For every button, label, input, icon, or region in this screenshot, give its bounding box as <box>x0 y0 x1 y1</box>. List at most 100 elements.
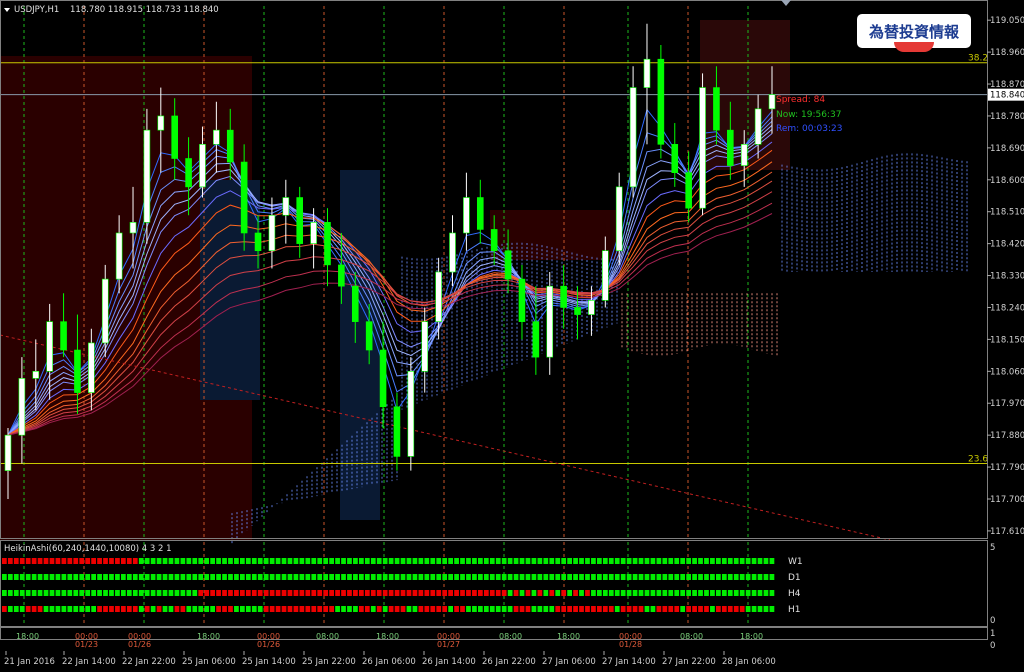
ha-cell <box>716 558 721 564</box>
ha-cell <box>549 574 555 580</box>
ha-cell <box>323 590 329 596</box>
ha-cell <box>668 558 674 564</box>
ha-cell <box>115 574 120 580</box>
ha-cell <box>347 558 352 564</box>
ha-cell <box>174 590 180 596</box>
ha-cell <box>400 590 406 596</box>
ha-cell <box>394 574 400 580</box>
ha-cell <box>91 574 96 580</box>
price-tick-label: 118.150 <box>990 335 1024 345</box>
ha-cell <box>311 558 317 564</box>
ha-cell <box>269 606 275 612</box>
ha-cell <box>704 590 709 596</box>
ha-cell <box>121 558 126 564</box>
ha-cell <box>126 590 132 596</box>
ha-cell <box>745 606 751 612</box>
ha-cell <box>412 574 418 580</box>
ha-cell <box>638 606 644 612</box>
price-chart[interactable]: 38.223.6 119.050118.960118.870118.780118… <box>0 0 1024 668</box>
ha-cell <box>13 606 19 612</box>
ha-cell <box>168 574 174 580</box>
indicator-scale-top: 5 <box>990 543 995 553</box>
ha-cell <box>668 590 674 596</box>
ha-cell <box>293 606 299 612</box>
ha-cell <box>424 558 430 564</box>
ha-cell <box>686 558 691 564</box>
ha-cell <box>555 558 561 564</box>
ha-cell <box>67 558 73 564</box>
ha-cell <box>388 574 394 580</box>
candle-body <box>18 378 26 436</box>
ha-cell <box>585 606 590 612</box>
ha-cell <box>561 590 567 596</box>
candle-body <box>699 87 706 209</box>
ha-cell <box>287 558 293 564</box>
ha-cell <box>620 606 626 612</box>
candle-body <box>463 197 470 234</box>
time-axis-label: 22 Jan 22:00 <box>122 657 176 667</box>
ha-cell <box>281 574 287 580</box>
ha-cell <box>513 558 519 564</box>
ha-cell <box>710 590 715 596</box>
ha-cell <box>245 574 251 580</box>
ha-cell <box>376 606 382 612</box>
ha-cell <box>121 590 126 596</box>
ha-cell <box>49 590 55 596</box>
price-tick-label: 118.690 <box>990 144 1024 154</box>
ha-cell <box>198 590 204 596</box>
ha-cell <box>757 574 763 580</box>
ha-cell <box>573 574 578 580</box>
ha-cell <box>400 558 406 564</box>
ha-cell <box>49 574 55 580</box>
ha-cell <box>210 590 215 596</box>
ha-cell <box>79 590 85 596</box>
ha-cell <box>311 590 317 596</box>
ha-cell <box>579 558 584 564</box>
ha-cell <box>662 558 668 564</box>
ha-cell <box>597 606 602 612</box>
ha-cell <box>347 574 352 580</box>
ha-cell <box>674 590 680 596</box>
ha-cell <box>353 574 358 580</box>
ha-cell <box>745 590 751 596</box>
ha-cell <box>257 606 263 612</box>
ha-cell <box>109 558 114 564</box>
ha-cell <box>293 558 299 564</box>
ha-cell <box>555 574 561 580</box>
ha-cell <box>347 606 352 612</box>
ha-cell <box>168 606 174 612</box>
ha-cell <box>489 590 495 596</box>
ha-cell <box>287 574 293 580</box>
ha-cell <box>61 558 67 564</box>
ha-cell <box>478 574 483 580</box>
time-marker-label: 18:00 <box>197 632 220 641</box>
ha-cell <box>287 590 293 596</box>
ha-cell <box>442 590 448 596</box>
ha-cell <box>686 606 691 612</box>
ha-cell <box>2 606 7 612</box>
ha-cell <box>757 590 763 596</box>
ha-cell <box>400 574 406 580</box>
ha-cell <box>323 558 329 564</box>
candle-body <box>657 58 665 145</box>
ha-cell <box>174 606 180 612</box>
ha-cell <box>721 606 727 612</box>
ha-cell <box>31 606 37 612</box>
ha-cell <box>335 558 340 564</box>
ha-cell <box>210 574 215 580</box>
ha-cell <box>281 558 287 564</box>
ha-cell <box>668 574 674 580</box>
ha-cell <box>317 574 323 580</box>
ha-cell <box>216 558 221 564</box>
ha-cell <box>721 590 727 596</box>
ha-cell <box>466 590 471 596</box>
ha-cell <box>85 606 91 612</box>
ha-cell <box>644 590 650 596</box>
ha-cell <box>299 590 305 596</box>
ha-cell <box>733 558 739 564</box>
ha-cell <box>186 606 192 612</box>
price-tick-label: 117.970 <box>990 399 1024 409</box>
shaded-zone <box>340 170 380 520</box>
ha-cell <box>25 574 31 580</box>
ha-cell <box>626 606 632 612</box>
